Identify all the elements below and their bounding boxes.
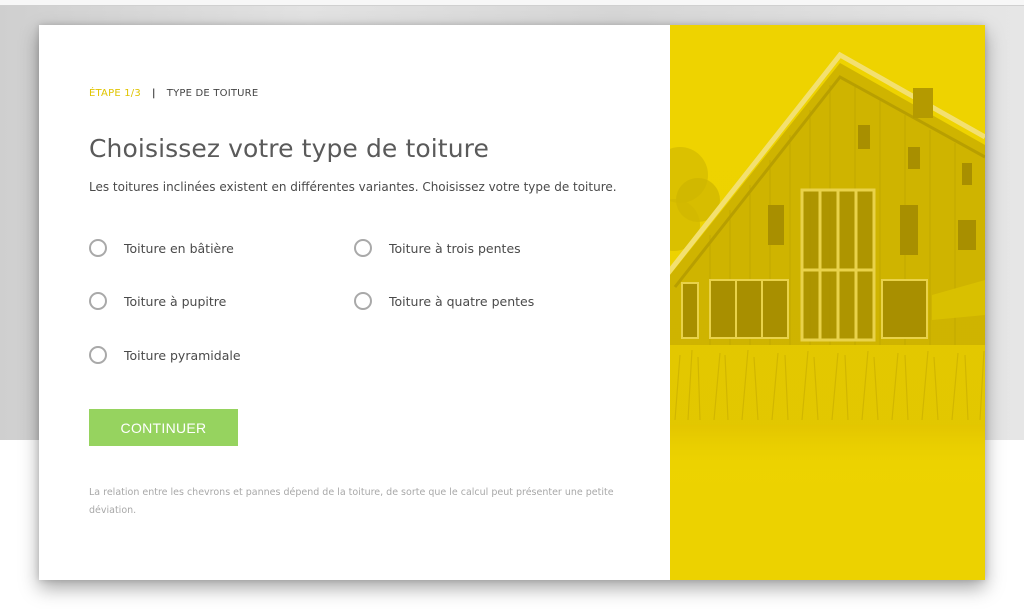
radio-button[interactable] [89,239,107,257]
roof-type-options: Toiture en bâtière Toiture à trois pente… [89,235,649,375]
form-panel: ÉTAPE 1/3 | TYPE DE TOITURE Choisissez v… [39,25,670,580]
radio-button[interactable] [89,346,107,364]
radio-button[interactable] [354,292,372,310]
radio-button[interactable] [89,292,107,310]
continue-button[interactable]: CONTINUER [89,409,238,446]
step-indicator: ÉTAPE 1/3 | TYPE DE TOITURE [89,86,670,100]
option-toiture-en-batiere[interactable]: Toiture en bâtière [89,237,234,259]
step-separator: | [151,87,156,99]
step-number: ÉTAPE 1/3 [89,87,141,99]
house-photo-panel [670,25,985,580]
option-label: Toiture à quatre pentes [389,293,535,309]
page-subtitle: Les toitures inclinées existent en diffé… [89,180,617,194]
option-toiture-a-quatre-pentes[interactable]: Toiture à quatre pentes [354,290,534,312]
option-label: Toiture en bâtière [124,240,234,256]
option-toiture-a-trois-pentes[interactable]: Toiture à trois pentes [354,237,521,259]
house-photo [670,25,985,580]
disclaimer-note: La relation entre les chevrons et pannes… [89,487,614,516]
radio-button[interactable] [354,239,372,257]
option-label: Toiture à trois pentes [389,240,521,256]
page-title: Choisissez votre type de toiture [89,134,489,163]
roof-configurator-card: ÉTAPE 1/3 | TYPE DE TOITURE Choisissez v… [39,25,985,580]
option-toiture-a-pupitre[interactable]: Toiture à pupitre [89,290,226,312]
option-label: Toiture à pupitre [124,293,227,309]
step-name: TYPE DE TOITURE [166,87,259,99]
option-toiture-pyramidale[interactable]: Toiture pyramidale [89,344,241,366]
option-label: Toiture pyramidale [124,347,241,363]
